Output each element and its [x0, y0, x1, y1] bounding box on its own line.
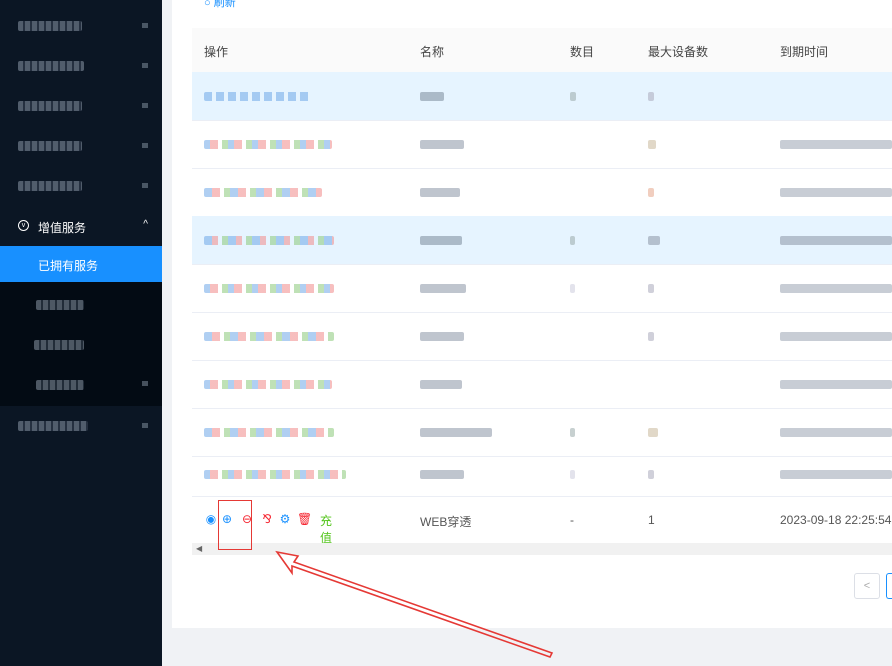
chevron-up-icon: ^ — [143, 219, 148, 230]
sidebar-subitem-label: 已拥有服务 — [38, 259, 99, 273]
table-row — [192, 456, 892, 497]
sidebar-item-3[interactable] — [0, 86, 162, 126]
view-eye-icon[interactable]: ◉ — [204, 512, 218, 526]
table-row — [192, 312, 892, 361]
sidebar-subitem-4[interactable] — [0, 366, 162, 402]
scroll-left-icon[interactable]: ◀ — [196, 544, 202, 553]
sidebar-item-2[interactable] — [0, 46, 162, 86]
refresh-button[interactable]: ○ 刷新 — [204, 0, 236, 10]
transfer-icon[interactable]: ⅋ — [260, 512, 274, 526]
page-footer-area — [162, 628, 892, 666]
sidebar: v 增值服务 ^ 已拥有服务 — [0, 0, 162, 666]
table-row — [192, 120, 892, 169]
cell-name: WEB穿透 — [420, 515, 472, 529]
column-header-max-devices: 最大设备数 — [648, 45, 709, 59]
table-row — [192, 360, 892, 409]
horizontal-scrollbar[interactable]: ◀ — [192, 543, 892, 555]
sidebar-subitem-3[interactable] — [0, 326, 162, 362]
table-row — [192, 216, 892, 265]
main-panel: ○ 刷新 操作 名称 数目 最大设备数 到期时间 ◉ ⊕ ⊖ ⅋ ⚙ 🗑 充值 … — [172, 0, 892, 628]
table-row — [192, 168, 892, 217]
pager-prev-button[interactable]: < — [854, 573, 880, 599]
sidebar-item-1[interactable] — [0, 6, 162, 46]
refresh-label: 刷新 — [213, 0, 236, 9]
table-row — [192, 408, 892, 457]
recharge-button[interactable]: 充值 — [320, 512, 332, 546]
table-row — [192, 72, 892, 121]
cell-max-devices: 1 — [648, 513, 655, 527]
sidebar-subitem-2[interactable] — [0, 286, 162, 322]
cell-expiry: 2023-09-18 22:25:54 — [780, 513, 892, 527]
sidebar-group-label: 增值服务 — [38, 221, 87, 235]
table-row-web-penetration: ◉ ⊕ ⊖ ⅋ ⚙ 🗑 充值 WEB穿透 - 1 2023-09-18 22:2… — [192, 496, 892, 545]
sidebar-subitem-owned-services[interactable]: 已拥有服务 — [0, 246, 162, 282]
annotation-highlight-box — [218, 500, 252, 550]
column-header-actions: 操作 — [204, 45, 229, 59]
table-row — [192, 264, 892, 313]
sidebar-item-6[interactable] — [0, 406, 162, 446]
cell-count: - — [570, 513, 574, 527]
sidebar-group-value-added-services[interactable]: v 增值服务 ^ — [0, 206, 162, 246]
circle-v-icon: v — [18, 220, 29, 231]
column-header-name: 名称 — [420, 45, 445, 59]
sidebar-item-5[interactable] — [0, 166, 162, 206]
column-header-count: 数目 — [570, 45, 595, 59]
gear-icon[interactable]: ⚙ — [278, 512, 292, 526]
column-header-expiry: 到期时间 — [780, 45, 829, 59]
table-header: 操作 名称 数目 最大设备数 到期时间 — [192, 28, 892, 73]
pager-page-button[interactable] — [886, 573, 892, 599]
sidebar-item-4[interactable] — [0, 126, 162, 166]
trash-icon[interactable]: 🗑 — [297, 512, 312, 526]
